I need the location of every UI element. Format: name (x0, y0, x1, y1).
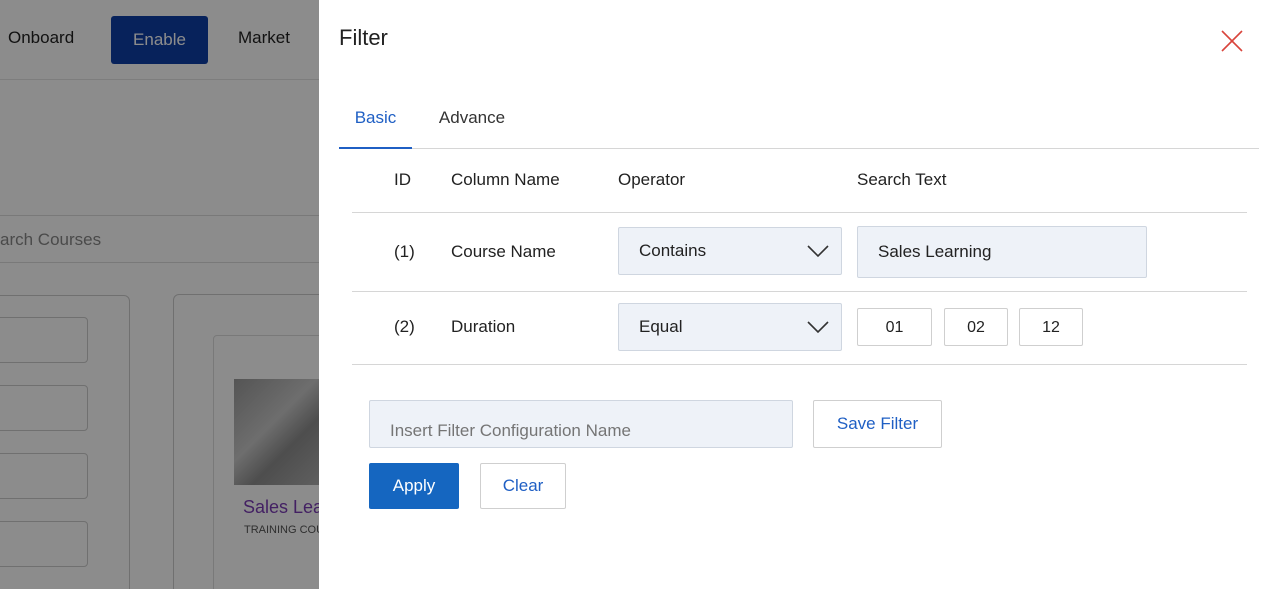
operator-value: Contains (639, 241, 707, 260)
table-row: (1) Course Name Contains Sales Learning (352, 213, 1247, 292)
row-id: (1) (394, 242, 415, 261)
row-column-name: Duration (451, 317, 516, 336)
column-header-operator: Operator (618, 170, 686, 189)
close-icon (1221, 30, 1243, 52)
chevron-down-icon (807, 321, 829, 334)
search-text-input[interactable]: Sales Learning (857, 226, 1147, 278)
modal-overlay[interactable] (0, 0, 319, 589)
filter-tabs: Basic Advance (339, 95, 1259, 149)
column-header-search-text: Search Text (857, 170, 947, 189)
save-filter-button[interactable]: Save Filter (813, 400, 942, 448)
clear-button[interactable]: Clear (480, 463, 566, 509)
duration-days-input[interactable]: 01 (857, 308, 932, 346)
operator-select[interactable]: Equal (618, 303, 842, 351)
operator-value: Equal (639, 317, 683, 336)
row-id: (2) (394, 317, 415, 336)
duration-hours-input[interactable]: 02 (944, 308, 1008, 346)
duration-minutes-input[interactable]: 12 (1019, 308, 1083, 346)
apply-button[interactable]: Apply (369, 463, 459, 509)
chevron-down-icon (807, 245, 829, 258)
table-row: (2) Duration Equal 01 02 12 (352, 292, 1247, 365)
tab-basic[interactable]: Basic (339, 95, 412, 149)
column-header-column-name: Column Name (451, 170, 560, 189)
close-button[interactable] (1219, 28, 1245, 54)
tab-advance[interactable]: Advance (427, 95, 517, 149)
column-header-id: ID (394, 170, 411, 189)
row-column-name: Course Name (451, 242, 556, 261)
panel-title: Filter (339, 25, 388, 50)
operator-select[interactable]: Contains (618, 227, 842, 275)
filter-config-name-input[interactable] (369, 400, 793, 448)
filter-panel: Filter Basic Advance ID Column Name Oper… (319, 0, 1279, 589)
table-header: ID Column Name Operator Search Text (352, 150, 1247, 213)
